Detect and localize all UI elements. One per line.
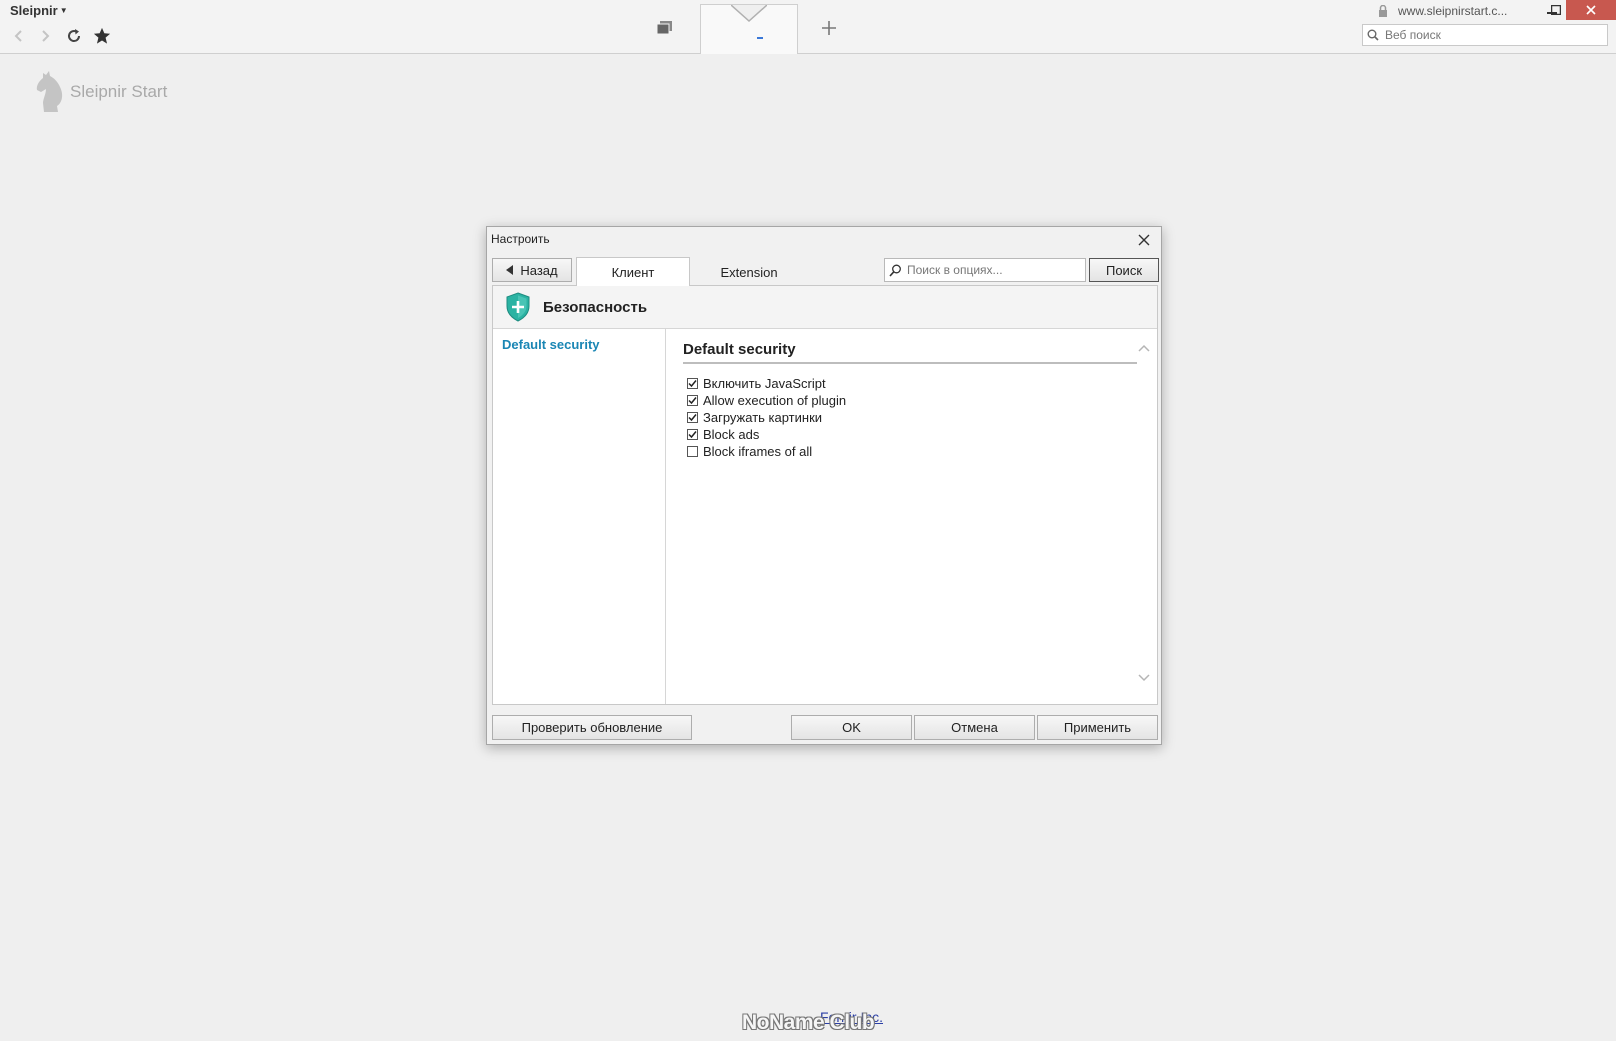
app-menu-button[interactable]: Sleipnir ▼ (10, 3, 68, 18)
window-close-button[interactable] (1566, 0, 1616, 20)
address-bar-url[interactable]: www.sleipnirstart.c... (1398, 4, 1507, 18)
maximize-icon (1551, 5, 1561, 15)
option-block-ads[interactable]: Block ads (687, 427, 759, 442)
search-icon (889, 264, 901, 277)
triangle-left-icon (506, 265, 514, 275)
scroll-down-icon[interactable] (1137, 670, 1151, 684)
option-label: Allow execution of plugin (703, 393, 847, 408)
option-allow-plugin[interactable]: Allow execution of plugin (687, 393, 846, 408)
option-block-iframes[interactable]: Block iframes of all (687, 444, 812, 459)
checkbox[interactable] (687, 378, 698, 389)
back-options-label: Назад (520, 262, 558, 278)
cancel-button[interactable]: Отмена (914, 715, 1035, 740)
reload-icon (68, 29, 81, 42)
tabs-stack-icon (656, 21, 672, 35)
options-panel: Default security Включить JavaScript All… (666, 328, 1157, 704)
check-update-button[interactable]: Проверить обновление (492, 715, 692, 740)
reload-button[interactable] (63, 25, 85, 47)
star-icon (93, 27, 111, 44)
app-menu-label: Sleipnir (10, 3, 58, 18)
option-enable-javascript[interactable]: Включить JavaScript (687, 376, 826, 391)
options-search-input[interactable] (905, 262, 1085, 278)
browser-toolbar: Sleipnir ▼ www.sleipnirstart.c... (0, 0, 1616, 54)
search-icon (1367, 29, 1379, 41)
browser-tab-active[interactable] (700, 4, 798, 54)
maximize-button[interactable] (1546, 0, 1566, 20)
checkmark-icon (688, 376, 697, 391)
checkmark-icon (688, 410, 697, 425)
horse-logo-icon (36, 71, 63, 112)
tab-loading-indicator (757, 37, 763, 39)
tab-extension[interactable]: Extension (692, 259, 806, 285)
checkbox[interactable] (687, 412, 698, 423)
tab-notch-icon (731, 5, 767, 23)
arrow-right-icon (42, 30, 50, 42)
options-nav: Default security (493, 328, 666, 704)
web-search-input[interactable] (1383, 27, 1607, 43)
new-tab-button[interactable] (815, 14, 843, 42)
dialog-title: Настроить (491, 232, 550, 246)
settings-content: Безопасность Default security Default se… (492, 285, 1158, 705)
caret-down-icon: ▼ (59, 6, 68, 15)
tab-overview-button[interactable] (656, 20, 676, 38)
shield-icon (506, 292, 530, 322)
option-label: Включить JavaScript (703, 376, 826, 391)
checkmark-icon (688, 427, 697, 442)
option-load-images[interactable]: Загружать картинки (687, 410, 822, 425)
bookmark-button[interactable] (91, 25, 113, 47)
group-title: Default security (683, 341, 796, 358)
forward-button[interactable] (34, 25, 56, 47)
back-options-button[interactable]: Назад (492, 258, 572, 282)
close-icon (1586, 5, 1596, 15)
checkbox[interactable] (687, 429, 698, 440)
checkbox[interactable] (687, 395, 698, 406)
apply-button[interactable]: Применить (1037, 715, 1158, 740)
close-icon (1138, 234, 1150, 246)
web-search-box[interactable] (1362, 24, 1608, 46)
checkbox[interactable] (687, 446, 698, 457)
options-search-box[interactable] (884, 258, 1086, 282)
options-search-button[interactable]: Поиск (1089, 258, 1159, 282)
section-title: Безопасность (543, 299, 648, 316)
scroll-up-icon[interactable] (1137, 342, 1151, 356)
back-button[interactable] (8, 25, 30, 47)
lock-icon (1379, 5, 1387, 17)
option-label: Загружать картинки (703, 410, 823, 425)
plus-icon (822, 21, 836, 35)
arrow-left-icon (14, 30, 22, 42)
option-label: Block iframes of all (703, 444, 813, 459)
option-label: Block ads (703, 427, 760, 442)
checkmark-icon (688, 393, 697, 408)
ok-button[interactable]: OK (791, 715, 912, 740)
brand-label: Sleipnir Start (70, 82, 168, 101)
nav-item-default-security[interactable]: Default security (502, 337, 600, 352)
tab-extension-label: Extension (720, 264, 778, 280)
tab-client[interactable]: Клиент (576, 257, 690, 286)
sleipnir-start-brand[interactable]: Sleipnir Start (34, 70, 167, 114)
watermark-text: NoName Club (742, 1011, 875, 1034)
dialog-close-button[interactable] (1135, 231, 1153, 249)
tab-client-label: Клиент (611, 264, 655, 280)
section-header: Безопасность (493, 286, 1157, 329)
group-divider (683, 362, 1137, 364)
settings-dialog: Настроить Назад Клиент Extension Поиск Б… (486, 226, 1162, 745)
